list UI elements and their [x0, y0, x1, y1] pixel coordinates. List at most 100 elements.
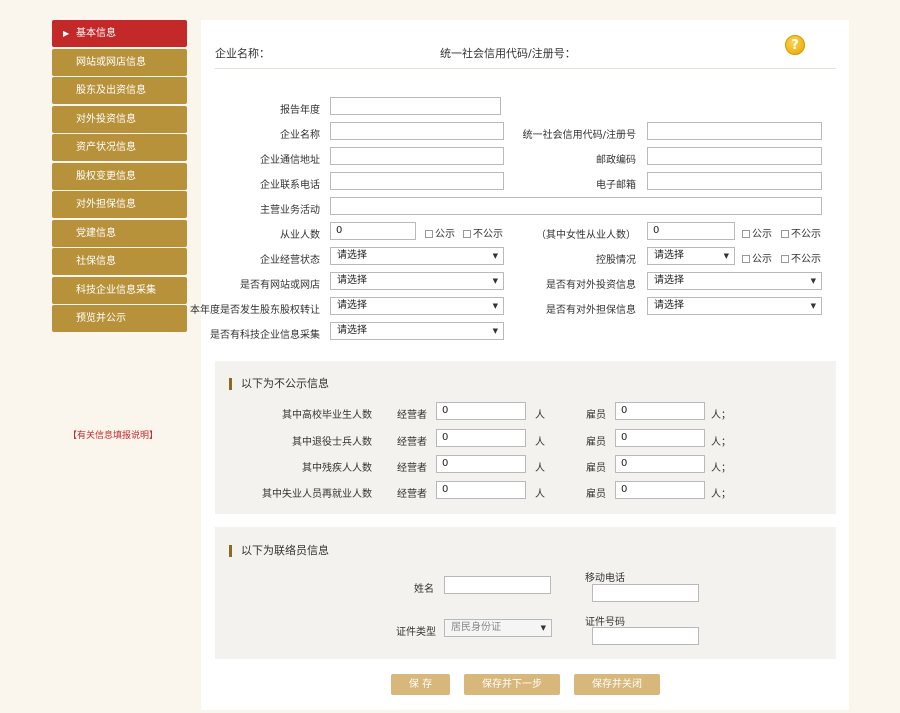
female-employees-label: （其中女性从业人数）: [536, 230, 636, 241]
tech-select[interactable]: 请选择 ▼: [330, 322, 504, 340]
unit-end-label: 人；: [711, 410, 731, 421]
checkbox-icon: [781, 255, 789, 263]
unit-label: 人: [535, 463, 545, 474]
holding-public-checkbox[interactable]: 公示: [742, 250, 772, 265]
contact-name-input[interactable]: [444, 576, 551, 594]
operator-label: 经营者: [397, 410, 427, 421]
operator-label: 经营者: [397, 437, 427, 448]
sidebar-item-guarantee[interactable]: 对外担保信息: [52, 191, 187, 218]
veterans-operator-input[interactable]: 0: [436, 429, 526, 447]
phone-input[interactable]: [330, 172, 504, 190]
sidebar-item-label: 社保信息: [76, 256, 116, 267]
select-value: 请选择: [337, 275, 367, 286]
sidebar-item-assets[interactable]: 资产状况信息: [52, 134, 187, 161]
employees-input[interactable]: 0: [330, 222, 416, 240]
sidebar-item-label: 股权变更信息: [76, 170, 136, 182]
equity-transfer-select[interactable]: 请选择 ▼: [330, 297, 504, 315]
id-number-input[interactable]: [592, 627, 699, 645]
select-value: 请选择: [654, 275, 684, 286]
tech-label: 是否有科技企业信息采集: [210, 330, 320, 341]
company-name-input[interactable]: [330, 122, 504, 140]
checkbox-icon: [742, 255, 750, 263]
business-input[interactable]: [330, 197, 822, 215]
caret-down-icon: ▼: [492, 252, 498, 260]
checkbox-label: 不公示: [473, 229, 503, 240]
website-select[interactable]: 请选择 ▼: [330, 272, 504, 290]
status-select[interactable]: 请选择 ▼: [330, 247, 504, 265]
caret-down-icon: ▼: [492, 277, 498, 285]
female-nonpublic-checkbox[interactable]: 不公示: [781, 225, 821, 240]
help-link[interactable]: 【有关信息填报说明】: [68, 428, 158, 441]
unit-label: 人: [535, 489, 545, 500]
holding-nonpublic-checkbox[interactable]: 不公示: [781, 250, 821, 265]
investment-select[interactable]: 请选择 ▼: [647, 272, 822, 290]
select-value: 请选择: [337, 300, 367, 311]
veterans-label: 其中退役士兵人数: [292, 437, 372, 448]
report-year-input[interactable]: [330, 97, 501, 115]
disabled-operator-input[interactable]: 0: [436, 455, 526, 473]
sidebar-item-social-security[interactable]: 社保信息: [52, 248, 187, 275]
save-button[interactable]: 保 存: [391, 674, 450, 695]
company-name-label: 企业名称: [280, 130, 320, 141]
sidebar-item-label: 党建信息: [76, 227, 116, 239]
select-value: 请选择: [337, 325, 367, 336]
save-close-button[interactable]: 保存并关闭: [574, 674, 660, 695]
sidebar-item-equity-change[interactable]: 股权变更信息: [52, 162, 187, 190]
female-public-checkbox[interactable]: 公示: [742, 225, 772, 240]
employees-nonpublic-checkbox[interactable]: 不公示: [463, 225, 503, 240]
reemployed-employee-input[interactable]: 0: [615, 481, 705, 499]
holding-label: 控股情况: [596, 255, 636, 266]
guarantee-label: 是否有对外担保信息: [546, 305, 636, 316]
address-input[interactable]: [330, 147, 504, 165]
save-next-button[interactable]: 保存并下一步: [464, 674, 560, 695]
sidebar-item-label: 网站或网店信息: [76, 56, 146, 68]
postal-code-label: 邮政编码: [596, 155, 636, 166]
caret-down-icon: ▼: [540, 624, 546, 632]
operator-label: 经营者: [397, 463, 427, 474]
unit-label: 人: [535, 437, 545, 448]
checkbox-icon: [425, 230, 433, 238]
address-label: 企业通信地址: [260, 155, 320, 166]
sidebar-item-preview[interactable]: 预览并公示: [52, 305, 187, 332]
disabled-employee-input[interactable]: 0: [615, 455, 705, 473]
sidebar-item-label: 基本信息: [76, 28, 116, 39]
unit-label: 人: [535, 410, 545, 421]
id-type-select[interactable]: 居民身份证 ▼: [444, 619, 552, 637]
sidebar-item-label: 对外担保信息: [76, 199, 136, 210]
employee-label: 雇员: [586, 437, 606, 448]
mobile-input[interactable]: [592, 584, 699, 602]
checkbox-label: 公示: [752, 254, 772, 265]
sidebar-item-shareholders[interactable]: 股东及出资信息: [52, 77, 187, 104]
sidebar-item-basic-info[interactable]: ▶ 基本信息: [52, 20, 187, 47]
select-value: 请选择: [654, 300, 684, 311]
employees-public-checkbox[interactable]: 公示: [425, 225, 455, 240]
email-input[interactable]: [647, 172, 822, 190]
female-employees-input[interactable]: 0: [647, 222, 735, 240]
postal-code-input[interactable]: [647, 147, 822, 165]
select-value: 请选择: [337, 250, 367, 261]
sidebar-item-party[interactable]: 党建信息: [52, 219, 187, 247]
help-icon[interactable]: ?: [785, 35, 805, 55]
email-label: 电子邮箱: [596, 180, 636, 191]
sidebar-item-tech[interactable]: 科技企业信息采集: [52, 276, 187, 304]
disabled-label: 其中残疾人人数: [302, 463, 372, 474]
checkbox-label: 不公示: [791, 229, 821, 240]
employee-label: 雇员: [586, 489, 606, 500]
checkbox-icon: [463, 230, 471, 238]
sidebar-item-investment[interactable]: 对外投资信息: [52, 105, 187, 133]
holding-select[interactable]: 请选择 ▼: [647, 247, 735, 265]
checkbox-label: 公示: [752, 229, 772, 240]
caret-down-icon: ▼: [492, 327, 498, 335]
guarantee-select[interactable]: 请选择 ▼: [647, 297, 822, 315]
sidebar-item-website[interactable]: 网站或网店信息: [52, 48, 187, 76]
contact-name-label: 姓名: [414, 584, 434, 595]
graduates-operator-input[interactable]: 0: [436, 402, 526, 420]
credit-code-input[interactable]: [647, 122, 822, 140]
investment-label: 是否有对外投资信息: [546, 280, 636, 291]
graduates-employee-input[interactable]: 0: [615, 402, 705, 420]
unit-end-label: 人；: [711, 489, 731, 500]
veterans-employee-input[interactable]: 0: [615, 429, 705, 447]
reemployed-operator-input[interactable]: 0: [436, 481, 526, 499]
id-type-label: 证件类型: [396, 627, 436, 638]
header-divider: [215, 68, 836, 69]
